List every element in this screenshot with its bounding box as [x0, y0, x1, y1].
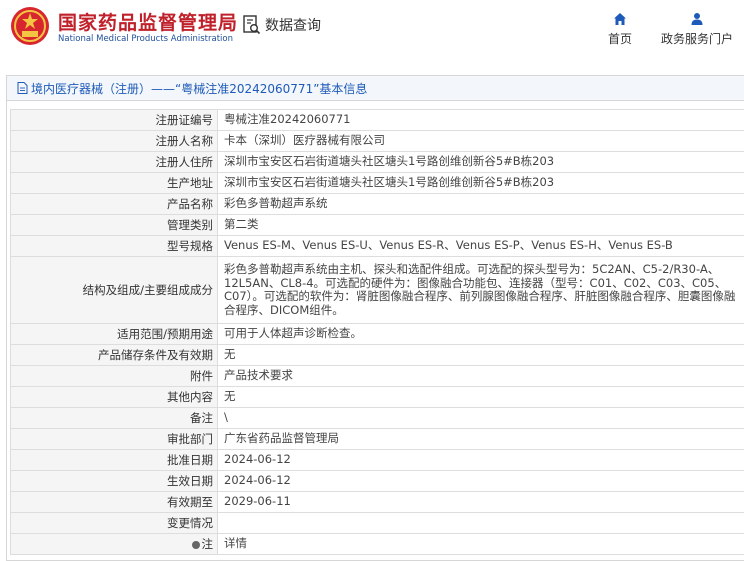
- site-header: 国家药品监督管理局 National Medical Products Admi…: [0, 0, 744, 58]
- field-value: 2029-06-11: [218, 492, 744, 513]
- field-label: 审批部门: [11, 429, 218, 450]
- field-label: 附件: [11, 366, 218, 387]
- nav-government-portal[interactable]: 政务服务门户: [656, 12, 738, 47]
- field-label: 备注: [11, 408, 218, 429]
- field-label: 注册人名称: [11, 131, 218, 152]
- field-value: 卡本（深圳）医疗器械有限公司: [218, 131, 744, 152]
- field-value: 粤械注准20242060771: [218, 110, 744, 131]
- table-row: 备注\: [11, 408, 744, 429]
- field-value: 2024-06-12: [218, 471, 744, 492]
- table-row: 产品名称彩色多普勒超声系统: [11, 194, 744, 215]
- document-icon: [17, 82, 28, 94]
- field-label: 有效期至: [11, 492, 218, 513]
- table-row: 其他内容无: [11, 387, 744, 408]
- field-value: \: [218, 408, 744, 429]
- field-value: 深圳市宝安区石岩街道塘头社区塘头1号路创维创新谷5#B栋203: [218, 152, 744, 173]
- field-value: [218, 513, 744, 534]
- search-document-icon: [243, 15, 261, 35]
- brand-subtitle: National Medical Products Administration: [58, 34, 233, 44]
- field-value: 无: [218, 387, 744, 408]
- table-row: 审批部门广东省药品监督管理局: [11, 429, 744, 450]
- table-row: 结构及组成/主要组成成分彩色多普勒超声系统由主机、探头和选配件组成。可选配的探头…: [11, 257, 744, 324]
- table-row: 产品储存条件及有效期无: [11, 345, 744, 366]
- field-label: 产品储存条件及有效期: [11, 345, 218, 366]
- field-label-text: 注: [202, 537, 214, 551]
- nav-portal-label: 政务服务门户: [661, 32, 733, 46]
- field-label: 生产地址: [11, 173, 218, 194]
- national-emblem-icon: [10, 6, 50, 46]
- field-label: 注册人住所: [11, 152, 218, 173]
- field-value: 可用于人体超声诊断检查。: [218, 324, 744, 345]
- brand-title[interactable]: 国家药品监督管理局: [58, 8, 238, 35]
- table-row: 注册人住所深圳市宝安区石岩街道塘头社区塘头1号路创维创新谷5#B栋203: [11, 152, 744, 173]
- table-row: 附件产品技术要求: [11, 366, 744, 387]
- field-label: 批准日期: [11, 450, 218, 471]
- table-row: 批准日期2024-06-12: [11, 450, 744, 471]
- nav-home[interactable]: 首页: [600, 12, 640, 47]
- table-row: 注详情: [11, 534, 744, 555]
- detail-panel: 境内医疗器械（注册）——“粤械注准20242060771”基本信息 注册证编号粤…: [6, 75, 744, 561]
- details-link[interactable]: 详情: [218, 534, 744, 555]
- field-label: 其他内容: [11, 387, 218, 408]
- table-row: 有效期至2029-06-11: [11, 492, 744, 513]
- field-label: 结构及组成/主要组成成分: [11, 257, 218, 324]
- table-row: 变更情况: [11, 513, 744, 534]
- field-label: 管理类别: [11, 215, 218, 236]
- table-row: 注册证编号粤械注准20242060771: [11, 110, 744, 131]
- field-label: 生效日期: [11, 471, 218, 492]
- note-icon: [192, 541, 200, 549]
- field-value: 产品技术要求: [218, 366, 744, 387]
- data-query-label: 数据查询: [265, 15, 321, 35]
- user-icon: [690, 12, 704, 26]
- table-row: 注册人名称卡本（深圳）医疗器械有限公司: [11, 131, 744, 152]
- field-label: 适用范围/预期用途: [11, 324, 218, 345]
- data-query-link[interactable]: 数据查询: [243, 15, 321, 35]
- panel-title: 境内医疗器械（注册）——“粤械注准20242060771”基本信息: [7, 76, 744, 101]
- registration-info-table: 注册证编号粤械注准20242060771注册人名称卡本（深圳）医疗器械有限公司注…: [10, 109, 744, 555]
- table-row: 适用范围/预期用途可用于人体超声诊断检查。: [11, 324, 744, 345]
- table-row: 管理类别第二类: [11, 215, 744, 236]
- table-row: 生产地址深圳市宝安区石岩街道塘头社区塘头1号路创维创新谷5#B栋203: [11, 173, 744, 194]
- field-label: 变更情况: [11, 513, 218, 534]
- field-label: 注: [11, 534, 218, 555]
- home-icon: [613, 12, 627, 26]
- table-row: 生效日期2024-06-12: [11, 471, 744, 492]
- field-value: 第二类: [218, 215, 744, 236]
- field-value: 广东省药品监督管理局: [218, 429, 744, 450]
- panel-title-text: 境内医疗器械（注册）——“粤械注准20242060771”基本信息: [31, 80, 367, 97]
- field-value: 无: [218, 345, 744, 366]
- field-label: 产品名称: [11, 194, 218, 215]
- field-label: 型号规格: [11, 236, 218, 257]
- field-value: 彩色多普勒超声系统由主机、探头和选配件组成。可选配的探头型号为：5C2AN、C5…: [218, 257, 744, 324]
- field-value: 彩色多普勒超声系统: [218, 194, 744, 215]
- field-value: 深圳市宝安区石岩街道塘头社区塘头1号路创维创新谷5#B栋203: [218, 173, 744, 194]
- table-row: 型号规格Venus ES-M、Venus ES-U、Venus ES-R、Ven…: [11, 236, 744, 257]
- nav-home-label: 首页: [608, 32, 632, 46]
- field-value: Venus ES-M、Venus ES-U、Venus ES-R、Venus E…: [218, 236, 744, 257]
- field-label: 注册证编号: [11, 110, 218, 131]
- field-value: 2024-06-12: [218, 450, 744, 471]
